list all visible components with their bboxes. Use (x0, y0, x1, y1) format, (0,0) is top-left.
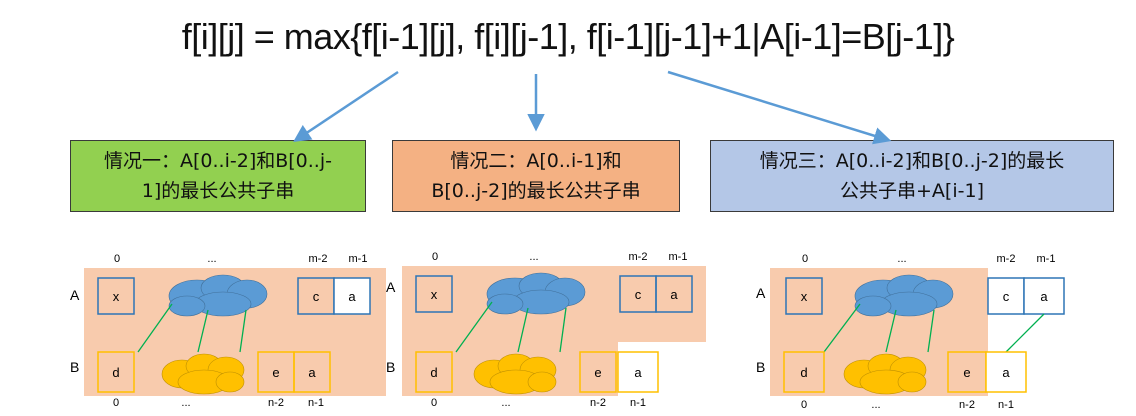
diagram-case-3: 0 ... m-2 m-1 A B x c a d e a 0 ... n-2 … (756, 253, 1065, 411)
cell-b-first-text: d (800, 365, 807, 380)
case-2-line-1: 情况二：A[0..i-1]和 (450, 150, 622, 172)
col-label-m1: m-1 (1037, 253, 1056, 265)
row-label-a: A (756, 285, 766, 301)
row-label-a: A (386, 279, 396, 295)
cell-a-first-text: x (113, 289, 120, 304)
recurrence-formula: f[i][j] = max{f[i-1][j], f[i][j-1], f[i-… (181, 16, 955, 57)
case-3-line-1: 情况三：A[0..i-2]和B[0..j-2]的最长 (759, 150, 1065, 172)
case-3-line-2: 公共子串+A[i-1] (840, 180, 984, 202)
cell-b-last-text: a (308, 365, 316, 380)
arrow-to-case-1 (293, 70, 399, 142)
row-label-b: B (70, 359, 79, 375)
arrow-to-case-3 (667, 70, 892, 145)
cell-a-second-last-text: c (1003, 289, 1010, 304)
cell-a-second-last-text: c (635, 287, 642, 302)
row-label-b: B (756, 359, 765, 375)
col-label-m1: m-1 (349, 253, 368, 265)
cell-b-first-text: d (430, 365, 437, 380)
case-1-line-1: 情况一：A[0..i-2]和B[0..j- (104, 150, 332, 172)
case-2-line-2: B[0..j-2]的最长公共子串 (431, 180, 641, 202)
row-b-label-0: 0 (431, 397, 437, 409)
cell-b-second-last-text: e (272, 365, 279, 380)
row-b-label-dots: ... (501, 397, 510, 409)
link-match (1005, 313, 1045, 353)
col-label-m1: m-1 (669, 251, 688, 263)
cell-b-first-text: d (112, 365, 119, 380)
row-b-label-n2: n-2 (590, 397, 606, 409)
col-label-dots: ... (897, 253, 906, 265)
cell-b-second-last-text: e (594, 365, 601, 380)
col-label-m2: m-2 (309, 253, 328, 265)
row-label-b: B (386, 359, 395, 375)
cell-a-first-text: x (801, 289, 808, 304)
case-2-box: 情况二：A[0..i-1]和 B[0..j-2]的最长公共子串 (392, 140, 680, 212)
case-1-box: 情况一：A[0..i-2]和B[0..j- 1]的最长公共子串 (70, 140, 366, 212)
col-label-m2: m-2 (629, 251, 648, 263)
case-1-text: 情况一：A[0..i-2]和B[0..j- 1]的最长公共子串 (104, 146, 332, 206)
stage: f[i][j] = max{f[i-1][j], f[i][j-1], f[i-… (0, 0, 1136, 416)
col-label-m2: m-2 (997, 253, 1016, 265)
cell-a-last-text: a (670, 287, 678, 302)
cell-b-last-text: a (634, 365, 642, 380)
case-3-text: 情况三：A[0..i-2]和B[0..j-2]的最长 公共子串+A[i-1] (760, 146, 1064, 206)
cell-a-second-last-text: c (313, 289, 320, 304)
cell-b-second-last-text: e (963, 365, 970, 380)
cell-a-last-text: a (1040, 289, 1048, 304)
case-2-text: 情况二：A[0..i-1]和 B[0..j-2]的最长公共子串 (431, 146, 640, 206)
row-b-label-0: 0 (801, 399, 807, 411)
case-3-box: 情况三：A[0..i-2]和B[0..j-2]的最长 公共子串+A[i-1] (710, 140, 1114, 212)
row-b-label-n1: n-1 (630, 397, 646, 409)
row-label-a: A (70, 287, 80, 303)
col-label-dots: ... (529, 251, 538, 263)
diagram-case-1: 0 ... m-2 m-1 A B x c a d e a 0 ... n-2 … (70, 253, 386, 409)
row-b-label-n2: n-2 (959, 399, 975, 411)
col-label-0: 0 (802, 253, 808, 265)
col-label-0: 0 (114, 253, 120, 265)
row-b-label-n1: n-1 (998, 399, 1014, 411)
row-b-label-n2: n-2 (268, 397, 284, 409)
case-1-line-2: 1]的最长公共子串 (141, 180, 295, 202)
row-b-label-dots: ... (871, 399, 880, 411)
col-label-0: 0 (432, 251, 438, 263)
cell-b-last-text: a (1002, 365, 1010, 380)
row-b-label-0: 0 (113, 397, 119, 409)
diagram-case-2: 0 ... m-2 m-1 A B x c a d e a 0 ... n-2 … (386, 251, 706, 409)
row-b-label-dots: ... (181, 397, 190, 409)
col-label-dots: ... (207, 253, 216, 265)
row-b-label-n1: n-1 (308, 397, 324, 409)
cell-a-last-text: a (348, 289, 356, 304)
cell-a-first-text: x (431, 287, 438, 302)
